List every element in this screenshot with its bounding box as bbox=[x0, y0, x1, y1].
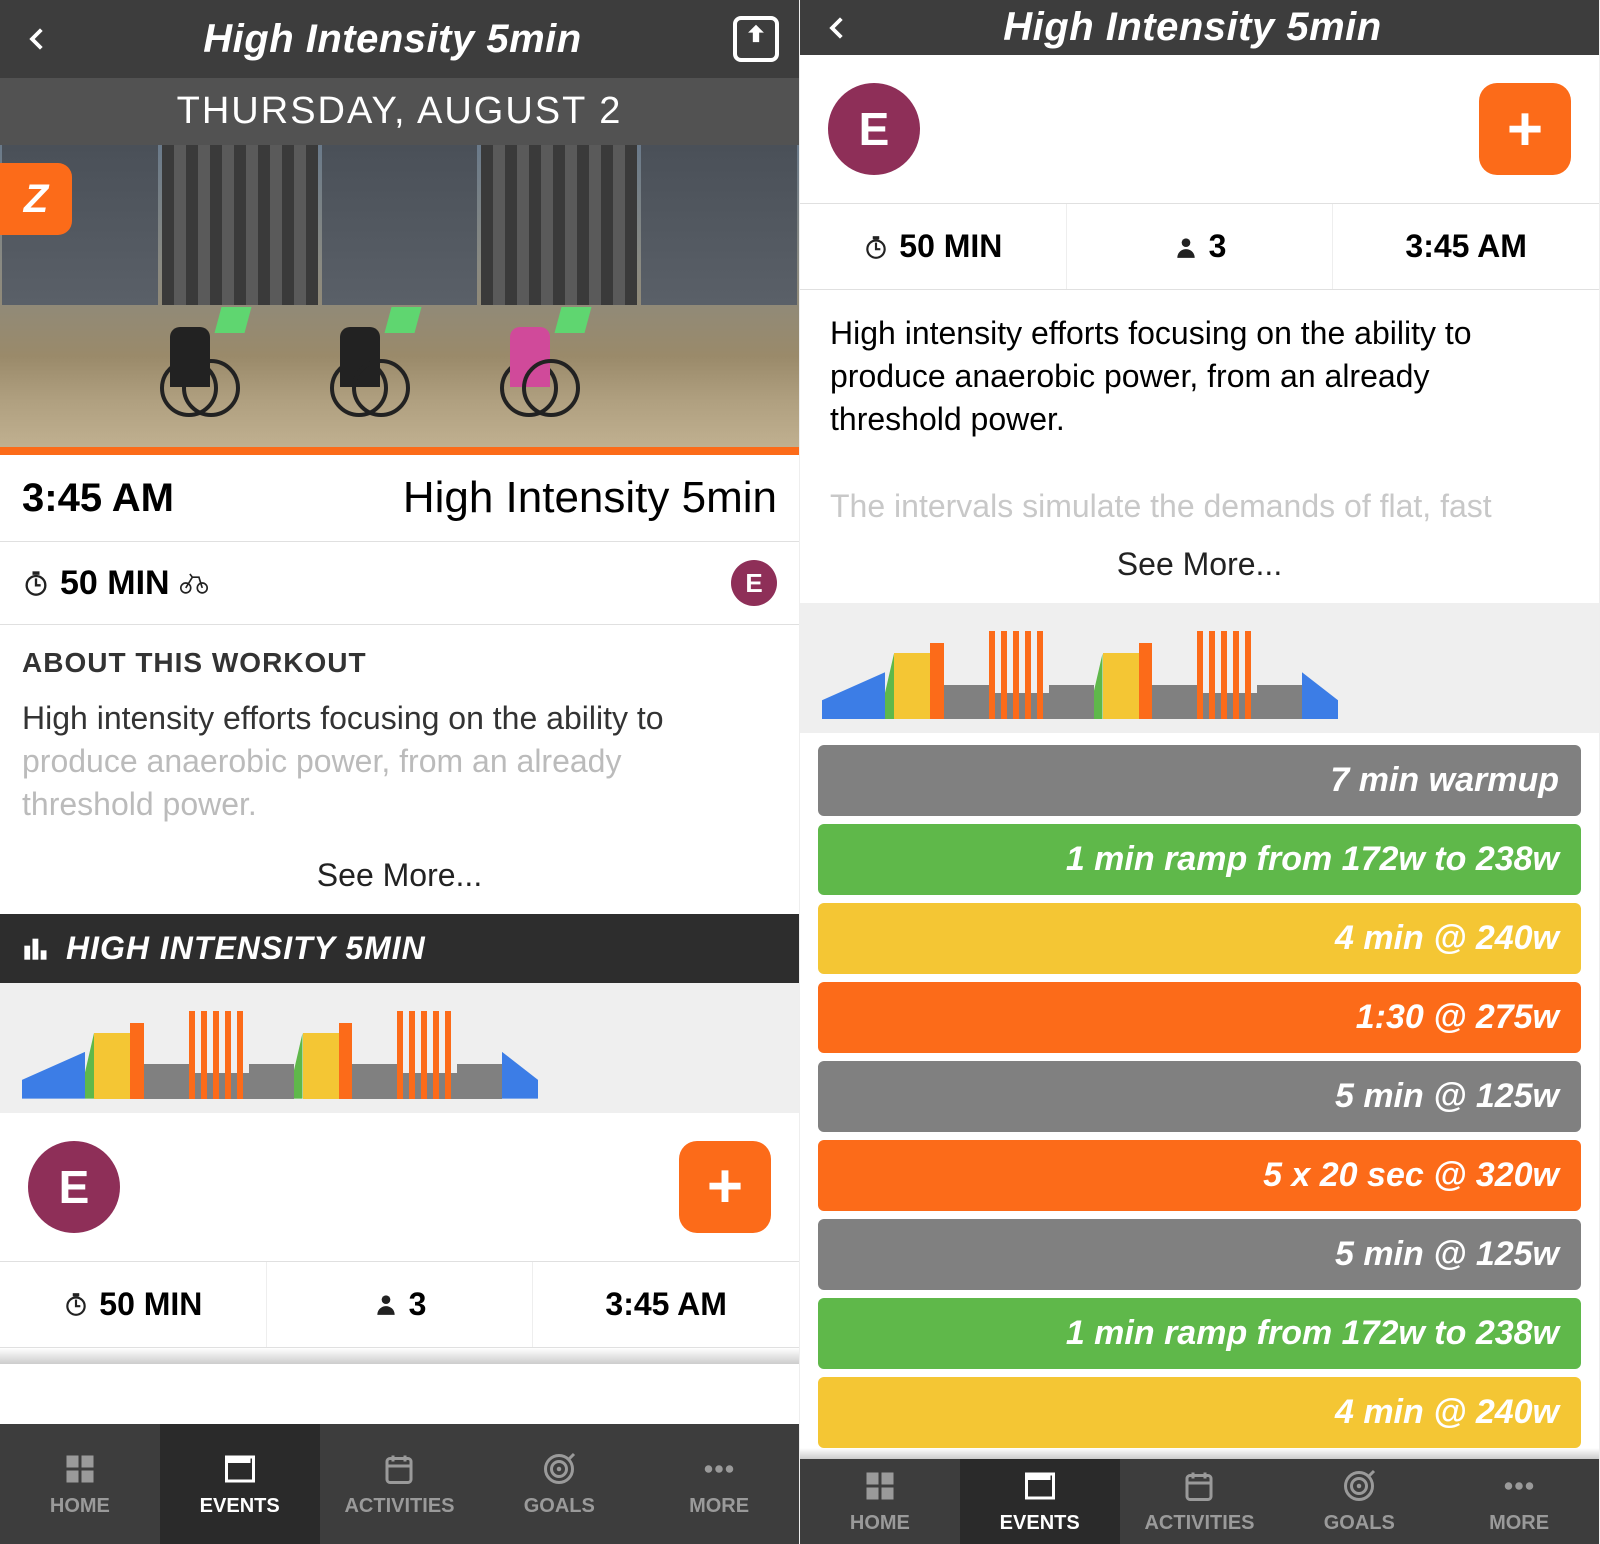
stat-participants: 3 bbox=[267, 1262, 534, 1347]
interval-item[interactable]: 4 min @ 240w bbox=[818, 903, 1581, 974]
interval-item[interactable]: 1:30 @ 275w bbox=[818, 982, 1581, 1053]
about-section: ABOUT THIS WORKOUT High intensity effort… bbox=[0, 625, 799, 849]
difficulty-badge-large: E bbox=[828, 83, 920, 175]
time-title-row: 3:45 AM High Intensity 5min bbox=[0, 455, 799, 542]
stat-time: 3:45 AM bbox=[533, 1262, 799, 1347]
header-bar: High Intensity 5min bbox=[0, 0, 799, 78]
stats-row: 50 MIN 3 3:45 AM bbox=[800, 204, 1599, 290]
tab-more[interactable]: MORE bbox=[639, 1424, 799, 1544]
left-screen: High Intensity 5min THURSDAY, AUGUST 2 Z… bbox=[0, 0, 800, 1544]
stats-row: 50 MIN 3 3:45 AM bbox=[0, 1262, 799, 1348]
event-time: 3:45 AM bbox=[22, 476, 174, 521]
interval-item[interactable]: 5 min @ 125w bbox=[818, 1219, 1581, 1290]
difficulty-badge: E bbox=[731, 560, 777, 606]
duration-label: 50 MIN bbox=[22, 564, 208, 603]
interval-item[interactable]: 4 min @ 240w bbox=[818, 1377, 1581, 1448]
see-more-button[interactable]: See More... bbox=[800, 538, 1599, 603]
person-icon bbox=[1173, 234, 1199, 260]
interval-item[interactable]: 1 min ramp from 172w to 238w bbox=[818, 824, 1581, 895]
back-button[interactable] bbox=[20, 23, 52, 55]
duration-row: 50 MIN E bbox=[0, 542, 799, 625]
stat-participants: 3 bbox=[1067, 204, 1334, 289]
interval-list: 7 min warmup 1 min ramp from 172w to 238w… bbox=[800, 733, 1599, 1448]
page-title: High Intensity 5min bbox=[852, 5, 1533, 50]
bike-icon bbox=[180, 569, 208, 597]
tab-goals[interactable]: GOALS bbox=[1279, 1459, 1439, 1544]
about-heading: ABOUT THIS WORKOUT bbox=[22, 647, 777, 679]
page-title: High Intensity 5min bbox=[52, 17, 733, 62]
badge-plus-row: E + bbox=[800, 55, 1599, 204]
zwift-badge: Z bbox=[0, 163, 72, 235]
tab-bar: HOMEEVENTSACTIVITIESGOALSMORE bbox=[0, 1424, 799, 1544]
stat-time: 3:45 AM bbox=[1333, 204, 1599, 289]
hero-image: Z bbox=[0, 145, 799, 455]
description: High intensity efforts focusing on the a… bbox=[800, 290, 1599, 538]
event-name: High Intensity 5min bbox=[174, 473, 777, 523]
add-button[interactable]: + bbox=[679, 1141, 771, 1233]
cyclist-icon bbox=[480, 327, 570, 417]
stopwatch-icon bbox=[63, 1291, 89, 1317]
header-bar: High Intensity 5min bbox=[800, 0, 1599, 55]
add-button[interactable]: + bbox=[1479, 83, 1571, 175]
tab-goals[interactable]: GOALS bbox=[479, 1424, 639, 1544]
workout-profile-chart bbox=[0, 983, 799, 1113]
interval-item[interactable]: 7 min warmup bbox=[818, 745, 1581, 816]
tab-home[interactable]: HOME bbox=[0, 1424, 160, 1544]
date-bar: THURSDAY, AUGUST 2 bbox=[0, 78, 799, 145]
tab-bar: HOMEEVENTSACTIVITIESGOALSMORE bbox=[800, 1459, 1599, 1544]
stat-duration: 50 MIN bbox=[0, 1262, 267, 1347]
stat-duration: 50 MIN bbox=[800, 204, 1067, 289]
interval-item[interactable]: 5 min @ 125w bbox=[818, 1061, 1581, 1132]
right-screen: High Intensity 5min E + 50 MIN 3 3:45 AM… bbox=[800, 0, 1600, 1544]
share-button[interactable] bbox=[733, 16, 779, 62]
person-icon bbox=[373, 1291, 399, 1317]
interval-item[interactable]: 1 min ramp from 172w to 238w bbox=[818, 1298, 1581, 1369]
tab-home[interactable]: HOME bbox=[800, 1459, 960, 1544]
workout-profile-chart bbox=[800, 603, 1599, 733]
back-button[interactable] bbox=[820, 12, 852, 44]
difficulty-badge-large: E bbox=[28, 1141, 120, 1233]
section-bar: HIGH INTENSITY 5MIN bbox=[0, 914, 799, 983]
tab-more[interactable]: MORE bbox=[1439, 1459, 1599, 1544]
stopwatch-icon bbox=[22, 569, 50, 597]
cyclist-icon bbox=[140, 327, 230, 417]
tab-events[interactable]: EVENTS bbox=[160, 1424, 320, 1544]
stopwatch-icon bbox=[863, 234, 889, 260]
interval-item[interactable]: 5 x 20 sec @ 320w bbox=[818, 1140, 1581, 1211]
tab-activities[interactable]: ACTIVITIES bbox=[320, 1424, 480, 1544]
badge-plus-row: E + bbox=[0, 1113, 799, 1262]
cyclist-icon bbox=[310, 327, 400, 417]
tab-activities[interactable]: ACTIVITIES bbox=[1120, 1459, 1280, 1544]
see-more-button[interactable]: See More... bbox=[0, 849, 799, 914]
tab-events[interactable]: EVENTS bbox=[960, 1459, 1120, 1544]
bar-chart-icon bbox=[22, 934, 50, 962]
